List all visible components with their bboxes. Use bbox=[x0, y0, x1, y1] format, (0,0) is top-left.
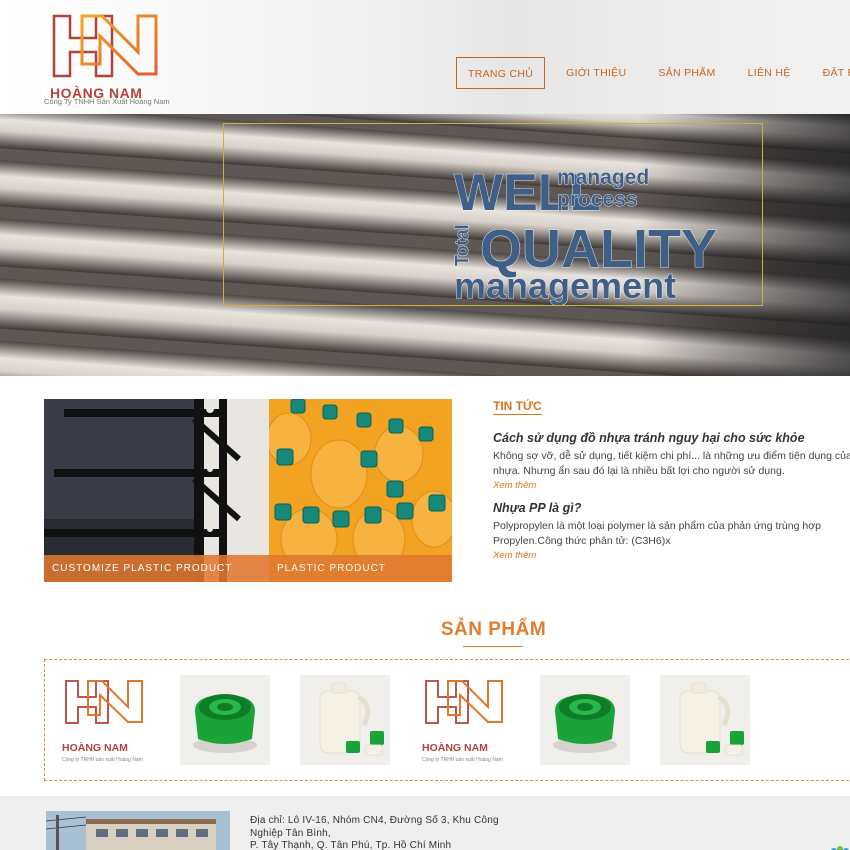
product-thumb-bottle[interactable] bbox=[660, 675, 750, 765]
nav-item-products[interactable]: SẢN PHẨM bbox=[647, 57, 726, 89]
nav-item-about[interactable]: GIỚI THIỆU bbox=[555, 57, 637, 89]
news-excerpt: Không sợ vỡ, dễ sử dụng, tiết kiệm chi p… bbox=[493, 450, 850, 477]
product-thumb-green-cap[interactable] bbox=[540, 675, 630, 765]
news-item: Nhựa PP là gì? Polypropylen là một loại … bbox=[493, 501, 850, 561]
products-heading-underline bbox=[463, 646, 523, 647]
address-line: Địa chỉ: Lô IV-16, Nhóm CN4, Đường Số 3,… bbox=[250, 815, 499, 826]
products-heading: SẢN PHẨM bbox=[440, 619, 547, 640]
feature-caption: PLASTIC PRODUCT bbox=[269, 555, 452, 582]
address-line: P. Tây Thạnh, Q. Tân Phú, Tp. Hồ Chí Min… bbox=[250, 840, 452, 850]
product-logo-text: HOÀNG NAM bbox=[62, 741, 128, 754]
address-line: Nghiệp Tân Bình, bbox=[250, 827, 331, 839]
product-thumb-green-cap[interactable] bbox=[180, 675, 270, 765]
read-more-link[interactable]: Xem thêm bbox=[493, 480, 850, 491]
news-excerpt: Polypropylen là một loại polymer là sản … bbox=[493, 520, 821, 547]
site-footer: Địa chỉ: Lô IV-16, Nhóm CN4, Đường Số 3,… bbox=[0, 796, 850, 850]
feature-caption: CUSTOMIZE PLASTIC PRODUCT bbox=[44, 555, 270, 582]
company-building-photo bbox=[46, 811, 230, 850]
news-section: TIN TỨC Cách sử dụng đồ nhựa tránh nguy … bbox=[493, 397, 850, 561]
news-item: Cách sử dụng đồ nhựa tránh nguy hại cho … bbox=[493, 431, 850, 491]
news-heading: TIN TỨC bbox=[493, 399, 542, 415]
product-thumb-bottle[interactable] bbox=[300, 675, 390, 765]
product-thumb-logo[interactable]: HOÀNG NAM Công ty TNHH sản xuất Hoàng Na… bbox=[420, 675, 510, 765]
site-header: HOÀNG NAM Công Ty TNHH Sản Xuất Hoàng Na… bbox=[0, 0, 850, 114]
main-nav: TRANG CHỦ GIỚI THIỆU SẢN PHẨM LIÊN HỆ ĐẶ… bbox=[456, 57, 850, 89]
product-logo-text: HOÀNG NAM bbox=[422, 741, 488, 754]
nav-item-contact[interactable]: LIÊN HỆ bbox=[737, 57, 802, 89]
feature-customize-plastic[interactable]: CUSTOMIZE PLASTIC PRODUCT bbox=[44, 399, 270, 582]
feature-plastic-product[interactable]: PLASTIC PRODUCT bbox=[269, 399, 452, 582]
product-logo-caption: Công ty TNHH sản xuất Hoàng Nam bbox=[422, 757, 503, 763]
site-logo[interactable]: HOÀNG NAM bbox=[44, 8, 169, 110]
news-title-link[interactable]: Cách sử dụng đồ nhựa tránh nguy hại cho … bbox=[493, 431, 850, 445]
nav-item-home[interactable]: TRANG CHỦ bbox=[456, 57, 546, 89]
banner-frame bbox=[223, 123, 763, 306]
news-title-link[interactable]: Nhựa PP là gì? bbox=[493, 501, 850, 515]
read-more-link[interactable]: Xem thêm bbox=[493, 550, 850, 561]
nav-item-custom-order[interactable]: ĐẶT RIÊNG bbox=[812, 57, 850, 89]
chat-widget-icon[interactable] bbox=[828, 840, 850, 850]
product-logo-caption: Công ty TNHH sản xuất Hoàng Nam bbox=[62, 757, 143, 763]
logo-tagline: Công Ty TNHH Sản Xuất Hoàng Nam bbox=[44, 97, 170, 106]
company-address: Địa chỉ: Lô IV-16, Nhóm CN4, Đường Số 3,… bbox=[250, 815, 520, 850]
hero-banner: WELL managed process Total QUALITY manag… bbox=[0, 114, 850, 376]
product-thumb-logo[interactable]: HOÀNG NAM Công ty TNHH sản xuất Hoàng Na… bbox=[60, 675, 150, 765]
